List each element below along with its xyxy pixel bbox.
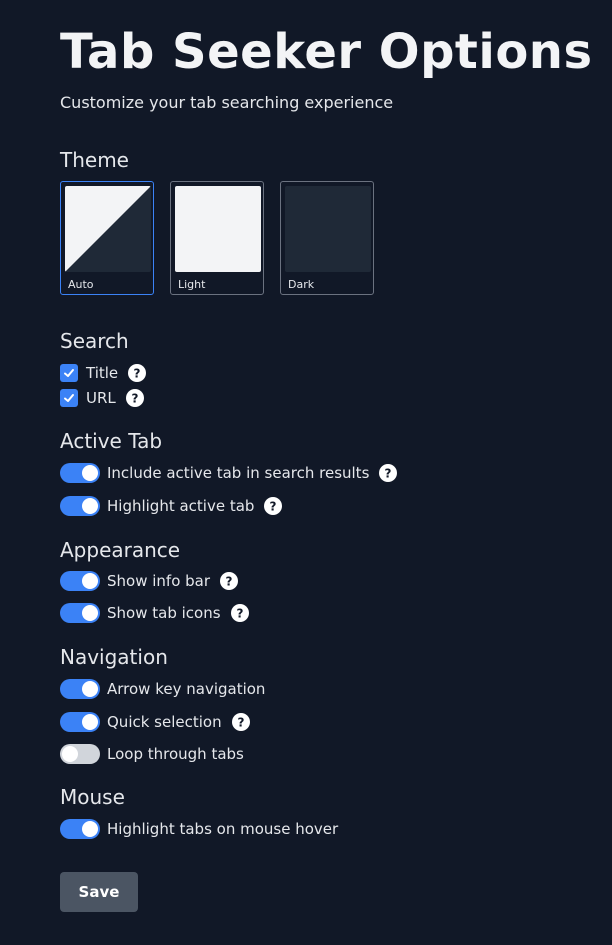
highlight-on-hover-option: Highlight tabs on mouse hover [60, 819, 338, 839]
help-icon[interactable]: ? [231, 713, 250, 731]
svg-text:?: ? [270, 500, 277, 514]
quick-selection-label: Quick selection [107, 713, 222, 731]
toggle-knob [82, 714, 98, 730]
loop-through-tabs-label: Loop through tabs [107, 745, 244, 763]
save-button[interactable]: Save [60, 872, 138, 912]
show-tab-icons-option: Show tab icons ? [60, 603, 249, 623]
quick-selection-option: Quick selection ? [60, 712, 250, 732]
help-icon[interactable]: ? [230, 604, 249, 622]
help-icon[interactable]: ? [379, 464, 398, 482]
highlight-on-hover-toggle[interactable] [60, 819, 100, 839]
highlight-active-tab-option: Highlight active tab ? [60, 496, 283, 516]
theme-option-auto[interactable]: Auto [60, 181, 154, 295]
arrow-key-navigation-toggle[interactable] [60, 679, 100, 699]
include-active-tab-label: Include active tab in search results [107, 464, 370, 482]
theme-preview-auto [65, 186, 151, 272]
show-tab-icons-label: Show tab icons [107, 604, 221, 622]
theme-label-auto: Auto [68, 278, 94, 291]
toggle-knob [82, 605, 98, 621]
toggle-knob [82, 681, 98, 697]
search-title-label: Title [86, 364, 119, 382]
svg-text:?: ? [134, 367, 141, 381]
active-tab-heading: Active Tab [60, 429, 163, 453]
help-icon[interactable]: ? [264, 497, 283, 515]
mouse-heading: Mouse [60, 785, 125, 809]
search-url-checkbox[interactable] [60, 389, 78, 407]
quick-selection-toggle[interactable] [60, 712, 100, 732]
arrow-key-navigation-option: Arrow key navigation [60, 679, 265, 699]
toggle-knob [82, 498, 98, 514]
search-url-option: URL ? [60, 389, 144, 407]
search-title-option: Title ? [60, 364, 147, 382]
help-icon[interactable]: ? [220, 572, 239, 590]
check-icon [64, 369, 74, 377]
search-url-label: URL [86, 389, 116, 407]
toggle-knob [82, 821, 98, 837]
theme-preview-light [175, 186, 261, 272]
help-icon[interactable]: ? [125, 389, 144, 407]
include-active-tab-toggle[interactable] [60, 463, 100, 483]
check-icon [64, 394, 74, 402]
page-subtitle: Customize your tab searching experience [60, 93, 394, 112]
loop-through-tabs-toggle[interactable] [60, 744, 100, 764]
show-info-bar-label: Show info bar [107, 572, 211, 590]
svg-text:?: ? [226, 575, 233, 589]
show-info-bar-option: Show info bar ? [60, 571, 239, 591]
svg-text:?: ? [237, 716, 244, 730]
theme-label-light: Light [178, 278, 206, 291]
theme-heading: Theme [60, 148, 129, 172]
theme-label-dark: Dark [288, 278, 315, 291]
loop-through-tabs-option: Loop through tabs [60, 744, 244, 764]
theme-preview-dark [285, 186, 371, 272]
search-heading: Search [60, 329, 129, 353]
help-icon[interactable]: ? [128, 364, 147, 382]
search-title-checkbox[interactable] [60, 364, 78, 382]
theme-option-dark[interactable]: Dark [280, 181, 374, 295]
svg-text:?: ? [131, 392, 138, 406]
include-active-tab-option: Include active tab in search results ? [60, 463, 398, 483]
highlight-active-tab-label: Highlight active tab [107, 497, 255, 515]
svg-text:?: ? [236, 607, 243, 621]
arrow-key-navigation-label: Arrow key navigation [107, 680, 266, 698]
toggle-knob [82, 573, 98, 589]
page-title: Tab Seeker Options [60, 24, 593, 80]
show-tab-icons-toggle[interactable] [60, 603, 100, 623]
navigation-heading: Navigation [60, 645, 168, 669]
toggle-knob [62, 746, 78, 762]
appearance-heading: Appearance [60, 538, 181, 562]
show-info-bar-toggle[interactable] [60, 571, 100, 591]
svg-text:?: ? [385, 467, 392, 481]
highlight-active-tab-toggle[interactable] [60, 496, 100, 516]
toggle-knob [82, 465, 98, 481]
theme-option-light[interactable]: Light [170, 181, 264, 295]
highlight-on-hover-label: Highlight tabs on mouse hover [107, 820, 339, 838]
